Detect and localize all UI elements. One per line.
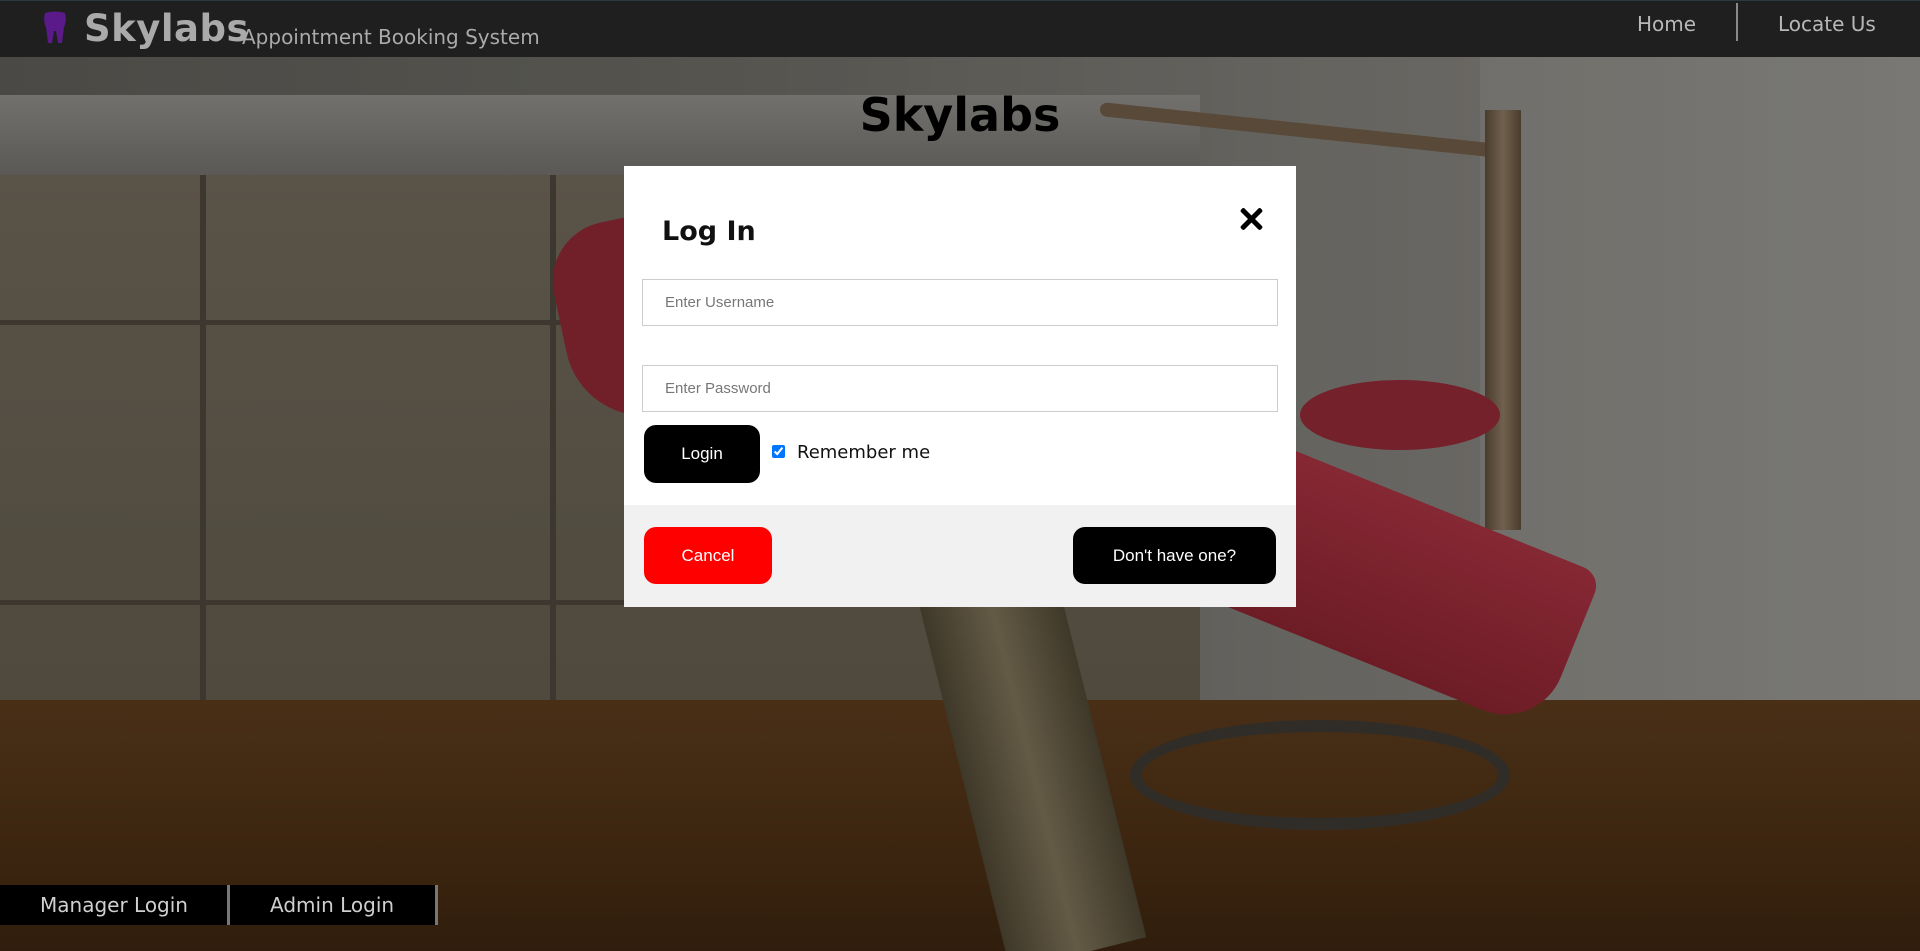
tooth-icon bbox=[44, 11, 66, 43]
login-modal: Log In Login Remember me Cancel Don't ha… bbox=[624, 166, 1296, 607]
password-input[interactable] bbox=[642, 365, 1278, 412]
top-navbar: Skylabs Appointment Booking System Home … bbox=[0, 0, 1920, 57]
nav-divider bbox=[1736, 3, 1738, 41]
brand-subtitle: Appointment Booking System bbox=[242, 25, 540, 49]
admin-login-link[interactable]: Admin Login bbox=[230, 885, 438, 925]
nav-locate-us-link[interactable]: Locate Us bbox=[1778, 12, 1876, 36]
modal-title: Log In bbox=[662, 216, 756, 247]
username-input[interactable] bbox=[642, 279, 1278, 326]
page-heading: Skylabs bbox=[859, 88, 1061, 142]
manager-login-link[interactable]: Manager Login bbox=[0, 885, 230, 925]
remember-me-checkbox[interactable] bbox=[772, 445, 785, 458]
signup-button[interactable]: Don't have one? bbox=[1073, 527, 1276, 584]
brand-name[interactable]: Skylabs bbox=[84, 7, 249, 50]
modal-footer: Cancel Don't have one? bbox=[624, 505, 1296, 607]
close-icon[interactable] bbox=[1234, 202, 1268, 236]
bottom-login-links: Manager Login Admin Login bbox=[0, 885, 438, 925]
cancel-button[interactable]: Cancel bbox=[644, 527, 772, 584]
remember-me-label: Remember me bbox=[797, 442, 931, 463]
nav-home-link[interactable]: Home bbox=[1637, 12, 1696, 36]
login-button[interactable]: Login bbox=[644, 425, 760, 483]
